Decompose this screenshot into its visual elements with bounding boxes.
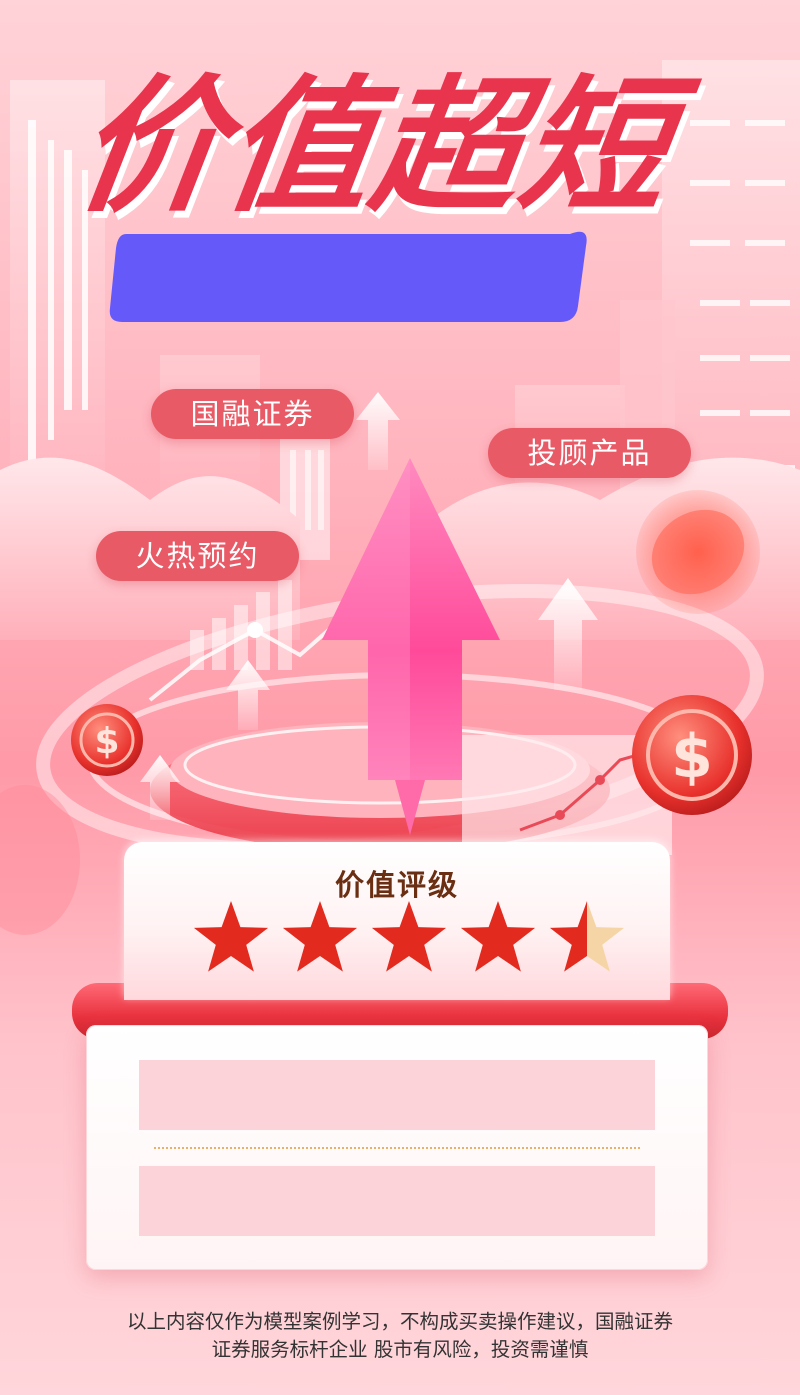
dollar-coin-icon [636,490,760,614]
disclaimer: 以上内容仅作为模型案例学习，不构成买卖操作建议，国融证券 证券服务标杆企业 股市… [0,1308,800,1364]
star-icon [371,901,447,972]
star-icon [193,901,269,972]
svg-text:$: $ [94,721,119,762]
tag-pill-booking: 火热预约 [96,531,299,581]
svg-text:$: $ [671,722,713,792]
panel-divider [154,1147,640,1149]
star-icon [282,901,358,972]
disclaimer-line-1: 以上内容仅作为模型案例学习，不构成买卖操作建议，国融证券 [126,1310,673,1333]
tag-pill-guorong: 国融证券 [151,389,354,439]
rating-card: 价值评级 [124,842,670,1000]
content-slot-bottom [139,1166,655,1236]
dollar-coin-icon: $ [632,695,752,815]
headline-title: 价值超短 [66,62,682,232]
dollar-coin-icon: $ [71,704,143,776]
rating-stars [193,901,625,972]
star-icon [549,901,625,972]
content-panel [86,1025,708,1270]
tag-pill-advisory: 投顾产品 [488,428,691,478]
poster: $ $ 价值超短 国融证券 投顾产品 火热预约 价值评级 以上内容仅作为模型案例… [0,0,800,1395]
disclaimer-line-2: 证券服务标杆企业 股市有风险，投资需谨慎 [211,1338,589,1361]
star-icon [460,901,536,972]
accent-banner [109,231,587,322]
content-slot-top [139,1060,655,1130]
